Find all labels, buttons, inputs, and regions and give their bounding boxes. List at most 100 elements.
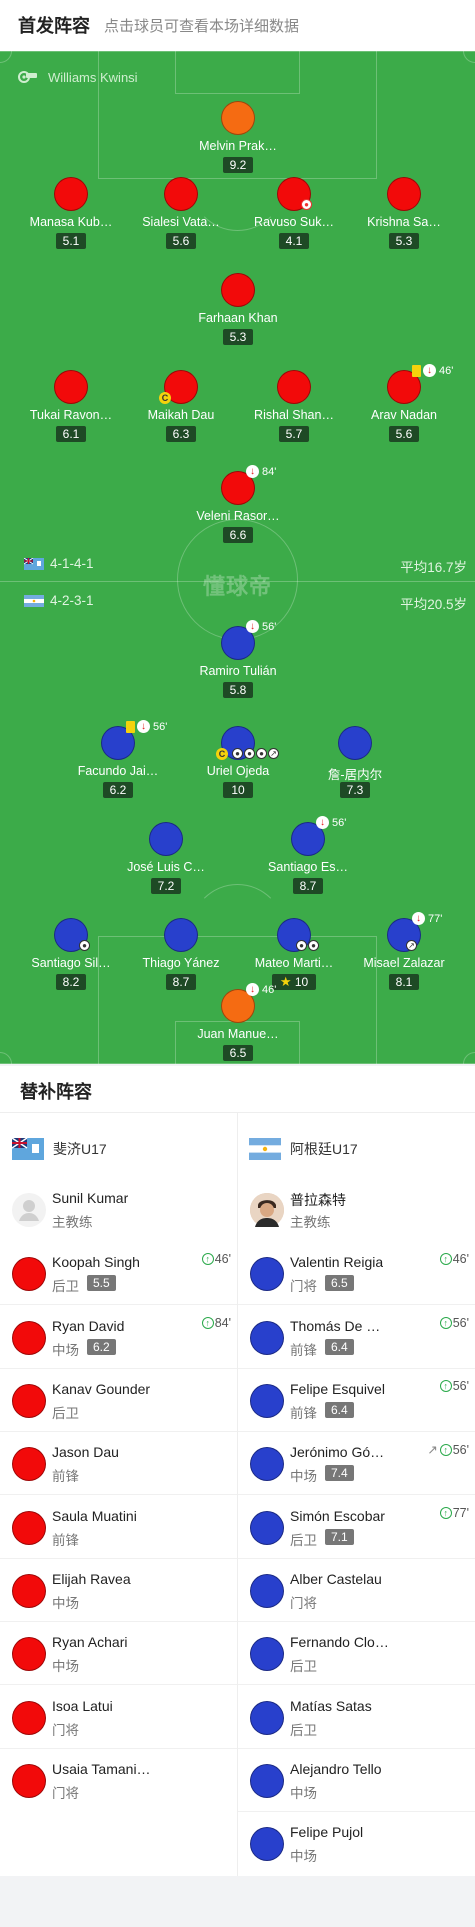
- event-minute: 77': [428, 912, 443, 925]
- sub-rating: 6.2: [87, 1339, 116, 1355]
- divider: [238, 1304, 475, 1305]
- away-avg-age: 平均20.5岁: [400, 597, 467, 612]
- player-card[interactable]: Facundo Jai… 6.2 ↓ 56': [70, 720, 167, 802]
- player-card[interactable]: Manasa Kub… 5.1: [23, 177, 119, 253]
- player-kit: [149, 822, 183, 856]
- coach-row[interactable]: 普拉森特 主教练: [238, 1178, 475, 1241]
- player-name: Misael Zalazar: [363, 956, 445, 970]
- sub-position: 中场: [52, 1596, 79, 1611]
- player-card[interactable]: Melvin Prak… 9.2: [190, 101, 286, 177]
- player-card[interactable]: 詹-居内尔 7.3: [307, 726, 403, 802]
- player-card[interactable]: Maikah Dau 6.3 C: [133, 370, 229, 446]
- player-rating: 10: [223, 782, 253, 798]
- own-goal-icon: ●: [301, 199, 312, 210]
- player-card[interactable]: Sialesi Vata… 5.6: [133, 177, 229, 253]
- sub-name: Simón Escobar: [290, 1508, 385, 1524]
- sub-name: Ryan Achari: [52, 1634, 128, 1650]
- player-card[interactable]: Ravuso Suk… 4.1 ●: [246, 177, 342, 253]
- player-rating: 6.1: [56, 426, 86, 442]
- sub-row[interactable]: Felipe Esquivel 前锋 6.4 ↑ 56': [238, 1369, 475, 1432]
- player-events: ↓ 46': [246, 983, 276, 996]
- sub-row[interactable]: Simón Escobar 后卫 7.1 ↑ 77': [238, 1496, 475, 1559]
- sub-out-icon: ↓: [246, 620, 259, 633]
- player-name: Sialesi Vata…: [142, 215, 220, 229]
- sub-row[interactable]: Jason Dau 前锋: [0, 1432, 237, 1495]
- sub-in-icon: ↑: [201, 1317, 214, 1329]
- sub-row[interactable]: Ryan David 中场 6.2 ↑ 84': [0, 1306, 237, 1369]
- sub-row[interactable]: Felipe Pujol 中场: [238, 1812, 475, 1875]
- player-card[interactable]: Arav Nadan 5.6 ↓ 46': [356, 364, 453, 446]
- sub-row[interactable]: Isoa Latui 门将: [0, 1686, 237, 1749]
- away-team-header: 阿根廷U17: [249, 1138, 358, 1160]
- player-card[interactable]: Thiago Yánez 8.7: [133, 918, 229, 994]
- player-card[interactable]: Ramiro Tulián 5.8 ↓ 56': [190, 620, 286, 702]
- player-rating: 7.2: [151, 878, 181, 894]
- player-rating: 4.1: [279, 233, 309, 249]
- player-rating: ★ 10: [272, 974, 316, 990]
- mvp-star-icon: ★: [279, 974, 292, 989]
- sub-row[interactable]: Kanav Gounder 后卫: [0, 1369, 237, 1432]
- divider: [0, 1684, 237, 1685]
- player-rating: 6.5: [223, 1045, 253, 1061]
- sub-name: Elijah Ravea: [52, 1571, 131, 1587]
- player-events: ● ●: [296, 940, 320, 951]
- player-card[interactable]: Juan Manue… 6.5 ↓ 46': [190, 983, 286, 1064]
- player-card[interactable]: José Luis C… 7.2: [118, 822, 214, 898]
- player-rating: 8.7: [293, 878, 323, 894]
- home-avg-age: 平均16.7岁: [400, 560, 467, 575]
- sub-row[interactable]: Saula Muatini 前锋: [0, 1496, 237, 1559]
- player-events: ● ● ● ↗: [232, 748, 280, 759]
- player-card[interactable]: Veleni Rasor… 6.6 ↓ 84': [190, 465, 286, 547]
- sub-row[interactable]: Alejandro Tello 中场: [238, 1749, 475, 1812]
- top-goal-box: [175, 51, 300, 94]
- player-rating-value: 10: [294, 975, 309, 989]
- player-card[interactable]: Krishna Sa… 5.3: [356, 177, 452, 253]
- argentina-flag-icon: [24, 594, 44, 607]
- sub-row[interactable]: Alber Castelau 门将: [238, 1559, 475, 1622]
- player-card[interactable]: Farhaan Khan 5.3: [190, 273, 286, 349]
- player-card[interactable]: Uriel Ojeda 10 C ● ● ● ↗: [190, 726, 286, 802]
- sub-row[interactable]: Elijah Ravea 中场: [0, 1559, 237, 1622]
- sub-row[interactable]: Jerónimo Gó… 中场 7.4 ↗ ↑ 56': [238, 1432, 475, 1495]
- yellow-card-icon: [126, 720, 135, 733]
- sub-position: 中场: [52, 1659, 79, 1674]
- sub-name: Alber Castelau: [290, 1571, 382, 1587]
- sub-in-time: ↑ 46': [439, 1252, 469, 1266]
- player-avatar: [250, 1384, 284, 1418]
- player-card[interactable]: Santiago Es… 8.7 ↓ 56': [260, 816, 356, 898]
- player-rating: 5.8: [223, 682, 253, 698]
- sub-row[interactable]: Valentin Reigia 门将 6.5 ↑ 46': [238, 1242, 475, 1305]
- player-rating: 5.6: [166, 233, 196, 249]
- home-formation: 4-1-4-1: [24, 556, 94, 571]
- sub-name: Thomás De …: [290, 1318, 381, 1334]
- sub-row[interactable]: Usaia Tamani… 门将: [0, 1749, 237, 1812]
- sub-rating: 6.4: [325, 1339, 354, 1355]
- player-events: ↓ 84': [246, 465, 276, 478]
- sub-position: 中场: [290, 1786, 317, 1801]
- argentina-flag-icon: [249, 1138, 281, 1160]
- sub-minute: 56': [452, 1442, 469, 1457]
- player-rating: 7.3: [340, 782, 370, 798]
- player-card[interactable]: Santiago Sil… 8.2 ●: [23, 918, 119, 994]
- sub-minute: 46': [452, 1252, 469, 1266]
- event-minute: 84': [262, 465, 277, 478]
- sub-row[interactable]: Fernando Clo… 后卫: [238, 1622, 475, 1685]
- sub-row[interactable]: Thomás De … 前锋 6.4 ↑ 56': [238, 1306, 475, 1369]
- sub-in-icon: ↑: [201, 1253, 214, 1265]
- player-kit: [54, 370, 88, 404]
- player-card[interactable]: Misael Zalazar 8.1 ↓ 77' ↗: [356, 912, 452, 994]
- sub-row[interactable]: Ryan Achari 中场: [0, 1622, 237, 1685]
- subs-title: 替补阵容: [20, 1082, 92, 1102]
- sub-position: 中场: [290, 1469, 317, 1484]
- coach-row[interactable]: Sunil Kumar 主教练: [0, 1178, 237, 1241]
- home-team-header: 斐济U17: [12, 1138, 107, 1160]
- sub-row[interactable]: Koopah Singh 后卫 5.5 ↑ 46': [0, 1242, 237, 1305]
- player-rating: 6.3: [166, 426, 196, 442]
- player-card[interactable]: Tukai Ravon… 6.1: [23, 370, 119, 446]
- sub-rating: 7.1: [325, 1529, 354, 1545]
- player-avatar: [250, 1827, 284, 1861]
- player-rating: 5.6: [389, 426, 419, 442]
- player-card[interactable]: Rishal Shan… 5.7: [246, 370, 342, 446]
- sub-row[interactable]: Matías Satas 后卫: [238, 1686, 475, 1749]
- player-rating: 5.7: [279, 426, 309, 442]
